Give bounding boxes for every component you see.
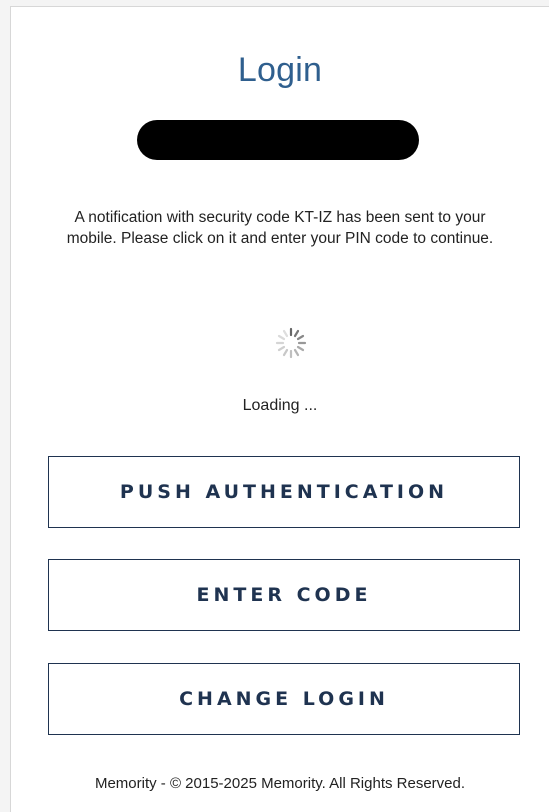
footer-copyright: Memority - © 2015-2025 Memority. All Rig… bbox=[94, 775, 466, 792]
loading-text: Loading ... bbox=[242, 397, 318, 414]
page-title: Login bbox=[237, 51, 323, 89]
notification-message: A notification with security code KT-IZ … bbox=[66, 209, 494, 247]
loading-spinner-icon bbox=[273, 325, 309, 361]
enter-code-button[interactable]: ENTER CODE bbox=[48, 559, 520, 631]
redacted-username bbox=[137, 120, 419, 160]
change-login-button[interactable]: CHANGE LOGIN bbox=[48, 663, 520, 735]
push-authentication-button[interactable]: PUSH AUTHENTICATION bbox=[48, 456, 520, 528]
login-panel: Login A notification with security code … bbox=[10, 6, 549, 812]
